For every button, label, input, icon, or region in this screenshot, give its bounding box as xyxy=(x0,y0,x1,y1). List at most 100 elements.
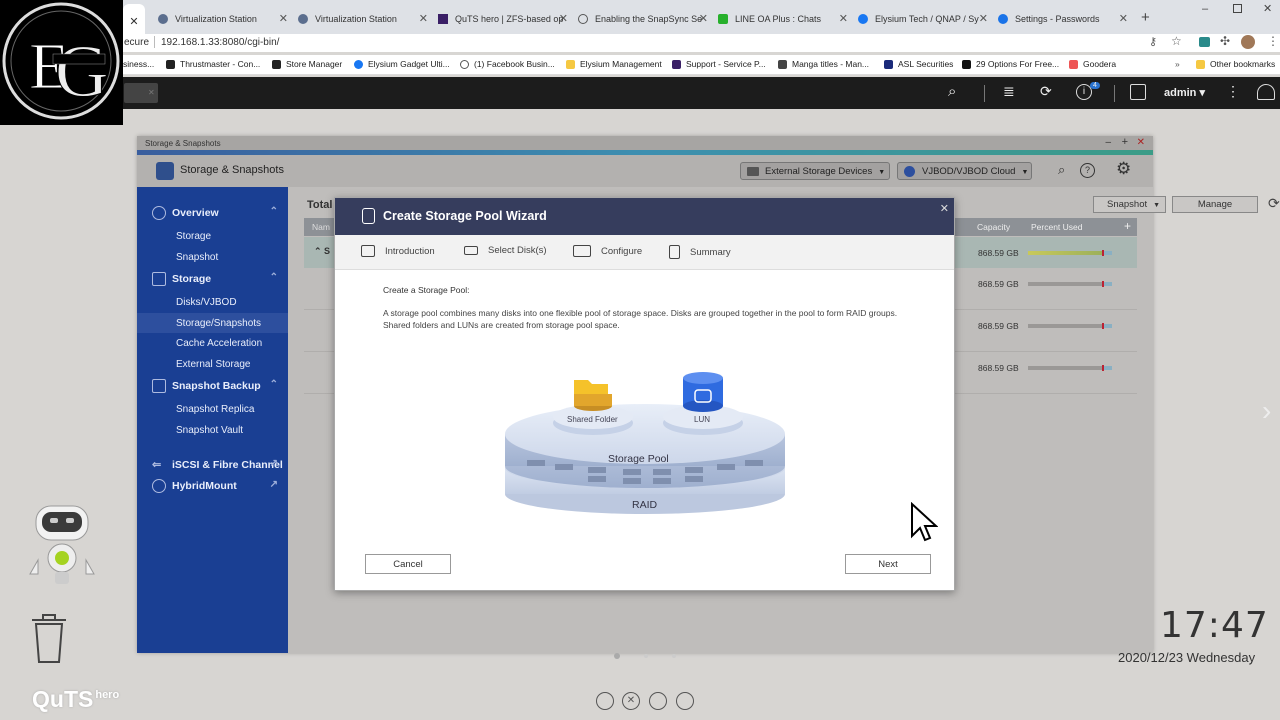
tab-favicon-icon xyxy=(578,14,588,24)
chevron-up-icon: ⌃ xyxy=(269,379,278,390)
column-name-header[interactable]: Nam xyxy=(312,222,330,232)
sidebar-item-storage[interactable]: Storage ⌃ xyxy=(137,269,288,289)
sidebar-item-snapshot-overview[interactable]: Snapshot xyxy=(137,247,288,267)
external-storage-dropdown[interactable]: External Storage Devices ▼ xyxy=(740,162,890,180)
close-window-icon[interactable]: ✕ xyxy=(1137,137,1145,148)
manage-button[interactable]: Manage xyxy=(1172,196,1258,213)
browser-tab[interactable]: Enabling the SnapSync Se ✕ xyxy=(578,8,708,30)
sidebar-item-overview[interactable]: Overview ⌃ xyxy=(137,203,288,223)
more-bookmarks[interactable]: » xyxy=(1175,59,1180,69)
profile-avatar[interactable] xyxy=(1241,35,1255,49)
page-dot[interactable] xyxy=(672,654,676,658)
sidebar-item-iscsi[interactable]: ⇐ iSCSI & Fibre Channel ↗ xyxy=(137,455,288,475)
search-icon[interactable]: ⌕ xyxy=(948,83,956,100)
bookmark-icon xyxy=(778,59,787,69)
bookmark[interactable]: 29 Options For Free... xyxy=(962,59,1059,69)
tab-close-icon[interactable]: ✕ xyxy=(279,12,288,25)
trash-icon[interactable] xyxy=(28,610,70,666)
sidebar-item-external[interactable]: External Storage xyxy=(137,354,288,374)
chevron-up-icon: ⌃ xyxy=(269,206,278,217)
bookmark-icon xyxy=(1069,59,1078,69)
bookmark[interactable]: siness... xyxy=(123,59,154,69)
sidebar-item-snapshot-vault[interactable]: Snapshot Vault xyxy=(137,420,288,440)
sidebar-item-snapshot-replica[interactable]: Snapshot Replica xyxy=(137,399,288,419)
user-menu[interactable]: admin ▾ xyxy=(1164,86,1205,99)
column-capacity-header[interactable]: Capacity xyxy=(977,222,1010,232)
bookmark[interactable]: Thrustmaster - Con... xyxy=(166,59,260,69)
bookmark[interactable]: (1) Facebook Busin... xyxy=(460,59,555,69)
minimize-icon[interactable]: – xyxy=(1105,137,1111,148)
maximize-icon[interactable] xyxy=(1233,4,1242,13)
tab-favicon-icon xyxy=(298,14,308,24)
wizard-close-icon[interactable]: ✕ xyxy=(940,202,949,215)
bookmark[interactable]: Support - Service P... xyxy=(672,59,766,69)
cancel-button[interactable]: Cancel xyxy=(365,554,451,574)
dock-notes-icon[interactable] xyxy=(676,692,694,710)
bookmark[interactable]: ASL Securities xyxy=(884,59,953,69)
dock-cloud-icon[interactable] xyxy=(596,692,614,710)
minimize-icon[interactable]: – xyxy=(1202,3,1208,15)
column-percent-header[interactable]: Percent Used xyxy=(1031,222,1083,232)
snapshot-dropdown[interactable]: Snapshot ▼ xyxy=(1093,196,1166,213)
add-column-icon[interactable]: + xyxy=(1124,219,1131,233)
tab-close-icon[interactable]: ✕ xyxy=(979,12,988,25)
browser-tab[interactable]: Settings - Passwords ✕ xyxy=(998,8,1128,30)
more-options-icon[interactable]: ⋮ xyxy=(1226,83,1240,100)
bookmark[interactable]: Elysium Gadget Ulti... xyxy=(354,59,450,69)
dock-apps-icon[interactable] xyxy=(649,692,667,710)
browser-tab[interactable]: LINE OA Plus : Chats ✕ xyxy=(718,8,848,30)
dashboard-gauge-icon[interactable] xyxy=(1257,84,1275,100)
browser-menu-icon[interactable]: ⋮ xyxy=(1267,34,1279,48)
refresh-icon[interactable]: ⟳ xyxy=(1268,195,1280,212)
nas-tab-close[interactable]: ✕ xyxy=(124,83,158,103)
sidebar-item-hybridmount[interactable]: HybridMount ↗ xyxy=(137,476,288,496)
bookmark[interactable]: Goodera xyxy=(1069,59,1116,69)
new-tab-icon[interactable]: + xyxy=(1141,9,1150,26)
tab-close-icon[interactable]: ✕ xyxy=(1119,12,1128,25)
tasks-icon[interactable]: ≣ xyxy=(1003,83,1015,100)
other-bookmarks[interactable]: Other bookmarks xyxy=(1196,59,1275,69)
sidebar-item-storage-overview[interactable]: Storage xyxy=(137,226,288,246)
bookmark[interactable]: Elysium Management xyxy=(566,59,662,69)
tab-favicon-icon xyxy=(998,14,1008,24)
dock-tools-icon[interactable]: ✕ xyxy=(622,692,640,710)
page-dot-active[interactable] xyxy=(614,653,620,659)
extension-icon[interactable] xyxy=(1199,37,1210,47)
user-icon[interactable] xyxy=(1130,84,1146,100)
browser-tab[interactable]: QuTS hero | ZFS-based op ✕ xyxy=(438,8,568,30)
active-tab-close[interactable]: ✕ xyxy=(123,4,145,34)
page-dot[interactable] xyxy=(644,654,648,658)
tab-close-icon[interactable]: ✕ xyxy=(559,12,568,25)
star-icon[interactable]: ☆ xyxy=(1171,34,1182,48)
puzzle-icon[interactable]: ✣ xyxy=(1220,34,1230,48)
browser-tab[interactable]: Elysium Tech / QNAP / Sy ✕ xyxy=(858,8,988,30)
next-button[interactable]: Next xyxy=(845,554,931,574)
window-close-icon[interactable]: ✕ xyxy=(1263,2,1272,15)
browser-tab[interactable]: Virtualization Station ✕ xyxy=(158,8,288,30)
bookmark-icon xyxy=(354,59,363,69)
tab-close-icon[interactable]: ✕ xyxy=(699,12,708,25)
chevron-right-icon[interactable]: › xyxy=(1262,395,1271,427)
key-icon[interactable]: ⚷ xyxy=(1149,35,1157,48)
help-icon[interactable]: ? xyxy=(1080,163,1095,178)
capacity-value: 868.59 GB xyxy=(978,248,1019,258)
qboost-robot-icon[interactable] xyxy=(26,504,98,588)
maximize-icon[interactable]: + xyxy=(1122,136,1128,148)
sync-icon[interactable]: ⟳ xyxy=(1040,83,1052,100)
tab-close-icon[interactable]: ✕ xyxy=(419,12,428,25)
vjbod-cloud-dropdown[interactable]: VJBOD/VJBOD Cloud ▼ xyxy=(897,162,1032,180)
bookmark[interactable]: Store Manager xyxy=(272,59,342,69)
sidebar-item-disks[interactable]: Disks/VJBOD xyxy=(137,292,288,312)
url-field[interactable]: 192.168.1.33:8080/cgi-bin/ xyxy=(161,37,279,48)
settings-gear-icon[interactable]: ⚙ xyxy=(1116,159,1131,179)
hybridmount-icon xyxy=(152,479,166,493)
search-tools-icon[interactable]: ⌕ xyxy=(1058,162,1065,178)
bookmark[interactable]: Manga titles - Man... xyxy=(778,59,869,69)
sidebar-item-snapshot-backup[interactable]: Snapshot Backup ⌃ xyxy=(137,376,288,396)
sidebar-item-cache[interactable]: Cache Acceleration xyxy=(137,333,288,353)
browser-tab[interactable]: Virtualization Station ✕ xyxy=(298,8,428,30)
tab-close-icon[interactable]: ✕ xyxy=(839,12,848,25)
sidebar-item-storage-snapshots[interactable]: Storage/Snapshots xyxy=(137,313,288,333)
security-label[interactable]: ecure xyxy=(124,37,149,48)
bookmark-icon xyxy=(672,59,681,69)
